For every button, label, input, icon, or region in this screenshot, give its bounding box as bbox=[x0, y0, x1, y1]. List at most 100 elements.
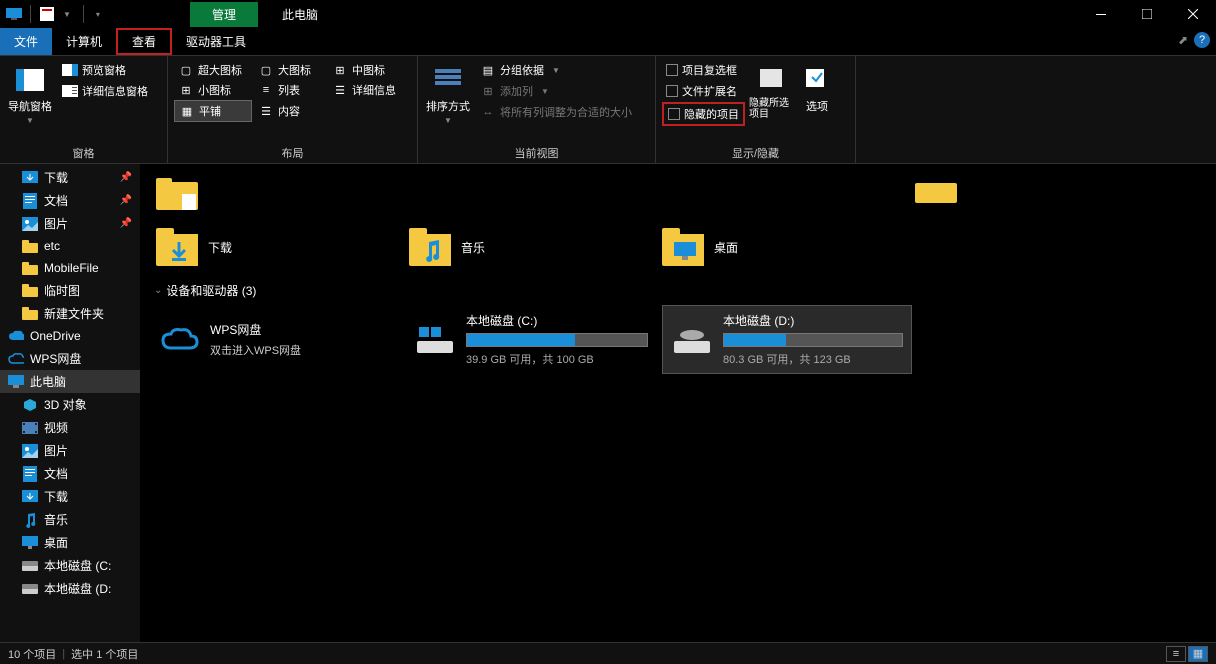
chevron-down-icon: ▼ bbox=[444, 116, 452, 125]
drive-icon bbox=[414, 319, 456, 361]
nav-pane-button[interactable]: 导航窗格 ▼ bbox=[6, 60, 54, 125]
sidebar-item-desktop[interactable]: 桌面 bbox=[0, 531, 140, 554]
details-pane-button[interactable]: 详细信息窗格 bbox=[58, 81, 152, 101]
document-icon bbox=[22, 466, 38, 482]
layout-medium[interactable]: ⊞中图标 bbox=[328, 60, 400, 80]
download-folder-icon bbox=[156, 226, 198, 268]
folder-item[interactable] bbox=[150, 166, 403, 220]
sidebar-item-folder[interactable]: 新建文件夹 bbox=[0, 302, 140, 325]
minimize-button[interactable] bbox=[1078, 0, 1124, 28]
layout-large[interactable]: ▢大图标 bbox=[254, 60, 326, 80]
view-tiles-button[interactable]: ▦ bbox=[1188, 646, 1208, 662]
qat-customize-icon[interactable]: ▾ bbox=[92, 10, 104, 19]
contextual-tab-manage[interactable]: 管理 bbox=[190, 2, 258, 27]
layout-tiles[interactable]: ▦平铺 bbox=[174, 100, 252, 122]
layout-extra-large[interactable]: ▢超大图标 bbox=[174, 60, 252, 80]
section-devices-header[interactable]: ⌄ 设备和驱动器 (3) bbox=[150, 274, 1216, 305]
tab-view[interactable]: 查看 bbox=[116, 28, 172, 55]
sidebar-item-folder[interactable]: MobileFile bbox=[0, 257, 140, 279]
layout-list[interactable]: ≡列表 bbox=[254, 80, 326, 100]
preview-pane-button[interactable]: 预览窗格 bbox=[58, 60, 152, 80]
sidebar-item-music[interactable]: 音乐 bbox=[0, 508, 140, 531]
sidebar-item-label: 3D 对象 bbox=[44, 396, 87, 413]
drive-d[interactable]: 本地磁盘 (D:) 80.3 GB 可用，共 123 GB bbox=[662, 305, 912, 374]
sidebar-item-label: MobileFile bbox=[44, 261, 99, 275]
group-label-layout: 布局 bbox=[174, 143, 411, 161]
folder-item[interactable]: 桌面 bbox=[656, 220, 909, 274]
sidebar-item-3d[interactable]: 3D 对象 bbox=[0, 393, 140, 416]
drive-name: 本地磁盘 (D:) bbox=[723, 312, 903, 329]
hide-icon bbox=[755, 64, 787, 96]
tab-drive-tools[interactable]: 驱动器工具 bbox=[172, 28, 260, 55]
add-columns-icon: ⊞ bbox=[480, 83, 496, 99]
tab-computer[interactable]: 计算机 bbox=[52, 28, 116, 55]
folder-item[interactable]: 下载 bbox=[150, 220, 403, 274]
help-icon[interactable]: ? bbox=[1194, 32, 1210, 48]
folder-icon bbox=[22, 283, 38, 299]
folder-item[interactable]: 音乐 bbox=[403, 220, 656, 274]
item-checkboxes-toggle[interactable]: 项目复选框 bbox=[662, 60, 745, 80]
folder-icon bbox=[22, 238, 38, 254]
file-extensions-toggle[interactable]: 文件扩展名 bbox=[662, 81, 745, 101]
sidebar-item-download[interactable]: 下载📌 bbox=[0, 166, 140, 189]
sidebar-item-label: 图片 bbox=[44, 215, 68, 232]
sidebar-item-folder[interactable]: 临时图 bbox=[0, 279, 140, 302]
sidebar-item-download[interactable]: 下载 bbox=[0, 485, 140, 508]
layout-details[interactable]: ☰详细信息 bbox=[328, 80, 400, 100]
properties-icon[interactable] bbox=[39, 6, 55, 22]
tab-file[interactable]: 文件 bbox=[0, 28, 52, 55]
sidebar-item-picture[interactable]: 图片📌 bbox=[0, 212, 140, 235]
size-columns-button[interactable]: ↔将所有列调整为合适的大小 bbox=[476, 102, 636, 122]
statusbar: 10 个项目 | 选中 1 个项目 ≡ ▦ bbox=[0, 642, 1216, 664]
sidebar-item-label: 文档 bbox=[44, 192, 68, 209]
checkbox-icon bbox=[666, 85, 678, 97]
sidebar-item-document[interactable]: 文档📌 bbox=[0, 189, 140, 212]
group-by-button[interactable]: ▤分组依据▼ bbox=[476, 60, 636, 80]
hidden-items-toggle[interactable]: 隐藏的项目 bbox=[662, 102, 745, 126]
sidebar-item-wps[interactable]: WPS网盘 bbox=[0, 347, 140, 370]
folder-label: 桌面 bbox=[714, 239, 738, 256]
options-button[interactable]: 选项 bbox=[797, 60, 837, 114]
medium-icon: ⊞ bbox=[332, 62, 348, 78]
sort-by-button[interactable]: 排序方式 ▼ bbox=[424, 60, 472, 125]
sidebar-item-label: etc bbox=[44, 239, 60, 253]
folder-label: 音乐 bbox=[461, 239, 485, 256]
sidebar-item-label: OneDrive bbox=[30, 329, 81, 343]
chevron-down-icon: ▼ bbox=[26, 116, 34, 125]
sidebar-item-document[interactable]: 文档 bbox=[0, 462, 140, 485]
folder-icon bbox=[915, 172, 957, 214]
sidebar-item-video[interactable]: 视频 bbox=[0, 416, 140, 439]
hide-selected-button[interactable]: 隐藏所选项目 bbox=[749, 60, 793, 120]
video-icon bbox=[22, 420, 38, 436]
drive-usage-bar bbox=[723, 333, 903, 347]
view-details-button[interactable]: ≡ bbox=[1166, 646, 1186, 662]
chevron-down-icon[interactable]: ▼ bbox=[59, 10, 75, 19]
picture-icon bbox=[22, 216, 38, 232]
sidebar-item-label: 本地磁盘 (C: bbox=[44, 557, 111, 574]
content-pane[interactable]: 下载 音乐 桌面 ⌄ 设备和驱动器 (3) WPS网盘 双击进入WPS网盘 本地磁盘… bbox=[140, 164, 1216, 642]
preview-pane-icon bbox=[62, 62, 78, 78]
drive-space: 80.3 GB 可用，共 123 GB bbox=[723, 351, 903, 367]
layout-small[interactable]: ⊞小图标 bbox=[174, 80, 252, 100]
close-button[interactable] bbox=[1170, 0, 1216, 28]
drive-c[interactable]: 本地磁盘 (C:) 39.9 GB 可用，共 100 GB bbox=[406, 305, 656, 374]
drive-name: 本地磁盘 (C:) bbox=[466, 312, 648, 329]
group-label-panes: 窗格 bbox=[6, 143, 161, 161]
sidebar[interactable]: 下载📌文档📌图片📌 etc MobileFile 临时图新建文件夹 OneDrive WP… bbox=[0, 164, 140, 642]
sidebar-item-picture[interactable]: 图片 bbox=[0, 439, 140, 462]
maximize-button[interactable] bbox=[1124, 0, 1170, 28]
extra-large-icon: ▢ bbox=[178, 62, 194, 78]
minimize-ribbon-icon[interactable]: ⬈ bbox=[1178, 33, 1188, 47]
folder-item[interactable] bbox=[909, 166, 1029, 220]
drive-icon bbox=[22, 558, 38, 574]
sidebar-item-drive[interactable]: 本地磁盘 (C: bbox=[0, 554, 140, 577]
drive-icon bbox=[671, 319, 713, 361]
sidebar-item-pc[interactable]: 此电脑 bbox=[0, 370, 140, 393]
layout-content[interactable]: ☰内容 bbox=[254, 100, 326, 122]
item-count: 10 个项目 bbox=[8, 646, 56, 662]
sidebar-item-drive[interactable]: 本地磁盘 (D: bbox=[0, 577, 140, 600]
drive-wps[interactable]: WPS网盘 双击进入WPS网盘 bbox=[150, 305, 400, 374]
sidebar-item-folder[interactable]: etc bbox=[0, 235, 140, 257]
add-columns-button[interactable]: ⊞添加列▼ bbox=[476, 81, 636, 101]
sidebar-item-onedrive[interactable]: OneDrive bbox=[0, 325, 140, 347]
